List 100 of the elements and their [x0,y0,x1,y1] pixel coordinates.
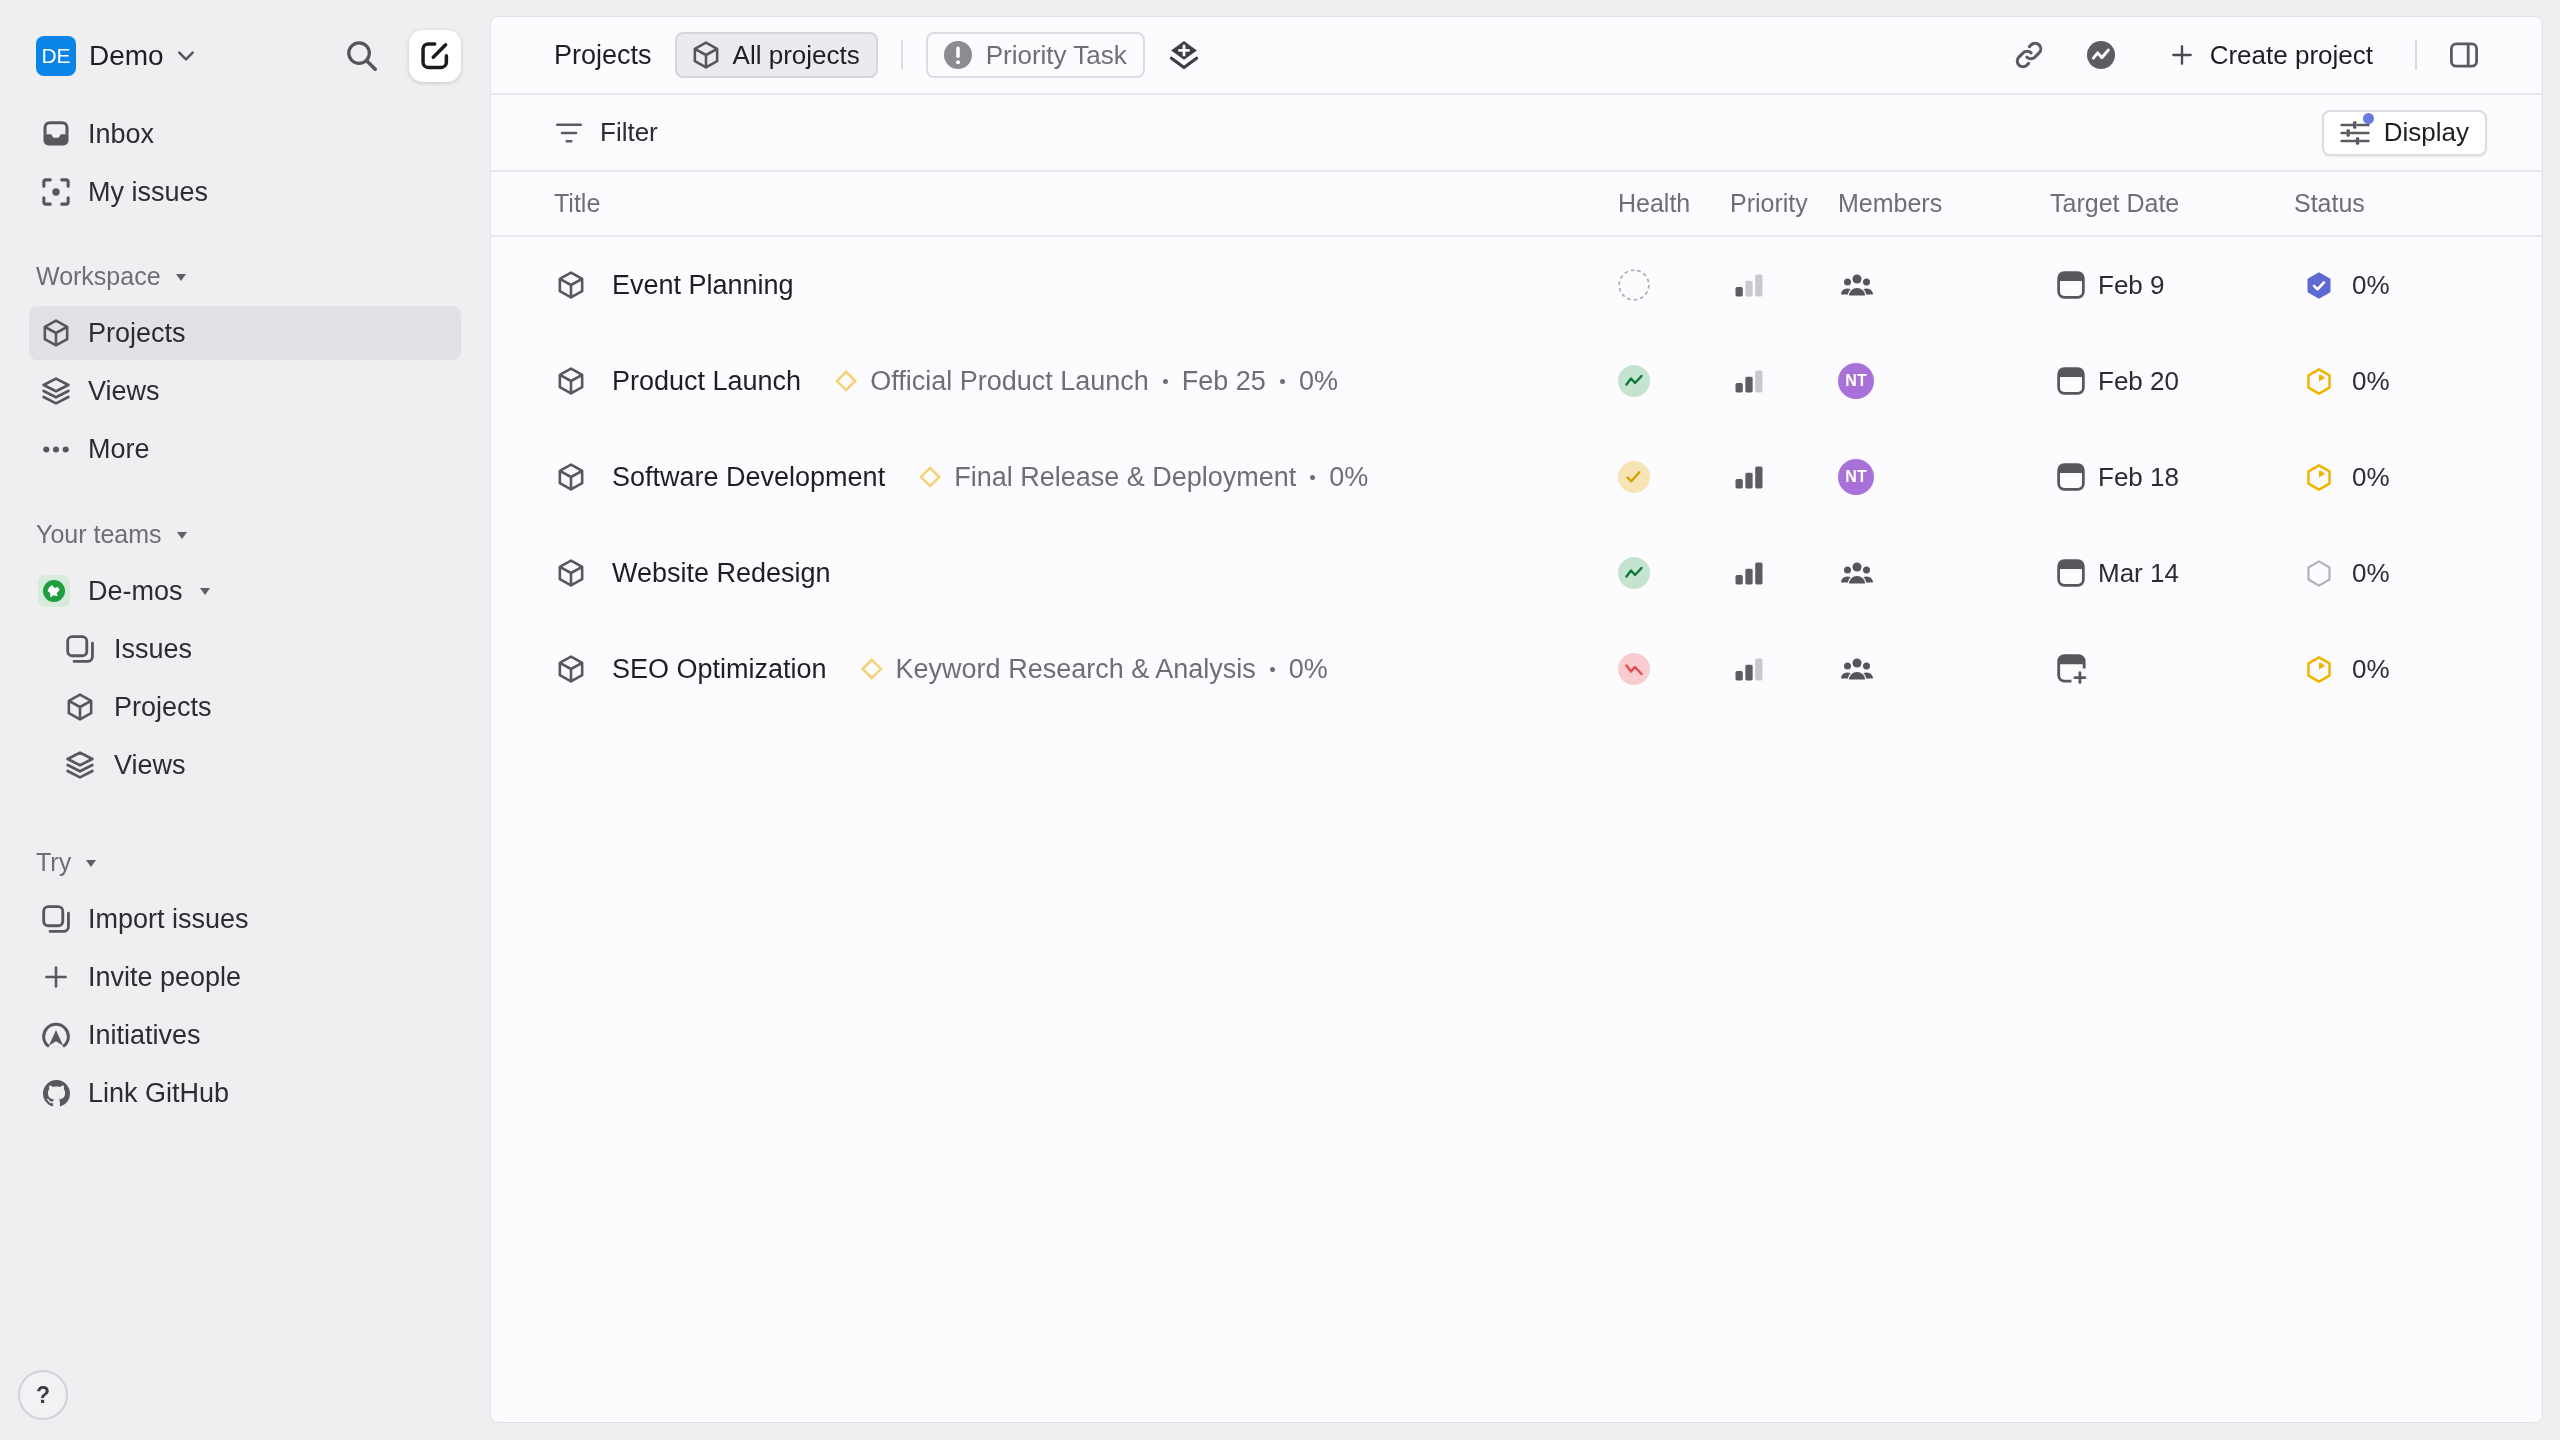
cube-icon [558,463,584,491]
nav-item[interactable]: Projects [29,306,461,360]
milestone-name: Final Release & Deployment [954,460,1297,494]
layers-icon [42,377,70,405]
column-header: Target Date [2050,187,2180,219]
page-title: Projects [554,38,652,72]
cube-icon [67,693,93,721]
section-header[interactable]: Try [29,845,104,881]
signal-bars-icon[interactable] [1735,561,1763,585]
sliders-icon [2339,120,2370,145]
calendar-icon[interactable] [2057,463,2085,491]
nav-item[interactable]: More [29,422,461,476]
milestone-progress: 0% [1329,460,1369,494]
filter-button[interactable]: Filter [556,113,658,152]
milestone-progress: 0% [1288,652,1328,686]
chevron-down-icon[interactable] [177,51,194,61]
cube-icon [558,271,584,299]
progress-percent: 0% [2352,460,2390,494]
nav-item[interactable]: Views [29,364,461,418]
plus-icon [2171,45,2192,65]
activity-icon[interactable] [2086,41,2115,69]
workspace-name[interactable]: Demo [89,35,164,77]
nav-item[interactable]: Initiatives [29,1008,461,1062]
calendar-icon[interactable] [2057,559,2085,587]
signal-bars-icon[interactable] [1735,657,1763,681]
workspace-avatar[interactable]: DE [36,36,76,76]
search-icon[interactable] [347,41,377,71]
nav-item[interactable]: Invite people [29,950,461,1004]
team-item[interactable]: De-mos [29,564,221,618]
people-icon[interactable] [1841,657,1873,681]
target-date[interactable]: Feb 9 [2098,265,2165,305]
signal-bars-icon[interactable] [1735,273,1763,297]
column-header: Status [2294,187,2365,219]
sidebar-panel-icon[interactable] [2450,42,2478,68]
stacked-squares-icon [66,635,94,663]
nav-item[interactable]: Projects [29,680,461,734]
project-title[interactable]: Event Planning [612,264,794,306]
create-project-button[interactable]: Create project [2171,35,2373,75]
check-circle-icon[interactable] [1618,461,1650,493]
project-title[interactable]: Product Launch [612,360,802,402]
github-icon [42,1079,70,1107]
view-tab[interactable]: All projects [674,32,878,78]
column-header: Health [1618,187,1691,219]
milestone-name: Official Product Launch [870,364,1149,398]
ellipsis-icon [43,445,69,453]
caret-icon[interactable] [174,272,187,282]
nav-item[interactable]: Views [29,738,461,792]
team-icon [38,575,70,607]
milestone-progress: 0% [1298,364,1338,398]
trend-up-icon[interactable] [1618,365,1650,397]
cube-icon [558,655,584,683]
target-date[interactable]: Feb 20 [2098,361,2179,401]
progress-percent: 0% [2352,364,2390,398]
layers-icon [66,751,94,779]
progress-percent: 0% [2352,556,2390,590]
trend-down-icon[interactable] [1618,653,1650,685]
nav-item[interactable]: Issues [29,622,461,676]
caret-icon[interactable] [198,586,211,596]
people-icon[interactable] [1841,561,1873,585]
view-tab[interactable]: Priority Task [925,32,1145,78]
trend-up-icon[interactable] [1618,557,1650,589]
signal-bars-icon[interactable] [1735,465,1763,489]
calendar-icon[interactable] [2057,271,2085,299]
target-date[interactable]: Mar 14 [2098,553,2179,593]
cube-icon [558,367,584,395]
link-icon[interactable] [2014,41,2043,69]
project-title[interactable]: SEO Optimization [612,648,827,690]
compose-button[interactable] [409,30,461,82]
stacked-squares-icon [42,905,70,933]
signal-bars-icon[interactable] [1735,369,1763,393]
focus-icon [42,178,70,206]
nav-item[interactable]: Inbox [29,107,461,161]
milestone-date: Feb 25 [1181,364,1266,398]
project-title[interactable]: Software Development [612,456,886,498]
arch-arrow-icon [42,1022,70,1048]
milestone-name: Keyword Research & Analysis [895,652,1256,686]
column-header: Title [554,187,601,219]
cube-icon [43,319,69,347]
check-hexagon-icon[interactable] [2306,271,2332,299]
column-header: Priority [1730,187,1808,219]
cube-icon [558,559,584,587]
caret-icon[interactable] [85,858,98,868]
layers-plus-icon[interactable] [1168,40,1199,70]
people-icon[interactable] [1841,273,1873,297]
calendar-icon[interactable] [2057,367,2085,395]
cube-icon [692,41,719,69]
plus-icon [45,966,67,988]
section-header[interactable]: Workspace [29,259,193,295]
help-button[interactable]: ? [18,1370,68,1420]
column-header: Members [1838,187,1943,219]
edit-icon [421,42,449,70]
target-date[interactable]: Feb 18 [2098,457,2179,497]
nav-item[interactable]: My issues [29,165,461,219]
caret-icon[interactable] [175,530,188,540]
calendar-plus-icon[interactable] [2057,654,2087,684]
project-title[interactable]: Website Redesign [612,552,831,594]
display-button[interactable]: Display [2321,109,2487,156]
section-header[interactable]: Your teams [29,517,194,553]
nav-item[interactable]: Link GitHub [29,1066,461,1120]
nav-item[interactable]: Import issues [29,892,461,946]
